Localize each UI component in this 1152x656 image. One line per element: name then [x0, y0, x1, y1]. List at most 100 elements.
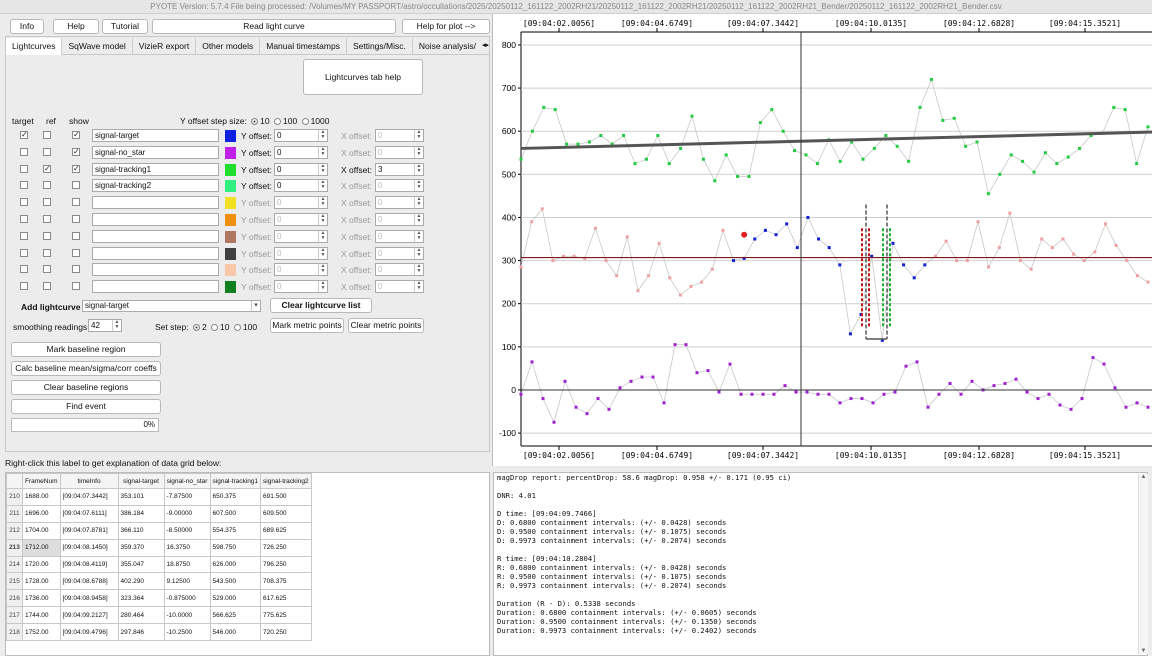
table-cell[interactable]: 566.625 [209, 606, 262, 625]
table-row[interactable]: 215 1728.00 [09:04:08.6788] 402.290 9.12500 5… [6, 572, 312, 591]
target-checkbox[interactable] [20, 147, 28, 156]
xoffset-input[interactable]: 0 ▲ ▼ [375, 196, 424, 210]
table-cell[interactable]: 355.047 [117, 555, 165, 574]
yoffset-input[interactable]: 0 ▲ ▼ [274, 280, 328, 294]
stepper-icon[interactable]: ▲ ▼ [318, 281, 327, 293]
table-cell[interactable]: [09:04:09.4796] [59, 623, 119, 642]
xoffset-input[interactable]: 0 ▲ ▼ [375, 179, 424, 193]
table-cell[interactable]: 1696.00 [22, 504, 61, 523]
lightcurve-name-field[interactable]: signal-target [92, 129, 219, 142]
table-cell[interactable]: 1736.00 [22, 589, 61, 608]
xoffset-input[interactable]: 0 ▲ ▼ [375, 229, 424, 243]
clear-metric-points-button[interactable]: Clear metric points [348, 318, 424, 333]
column-header[interactable]: FrameNum [22, 473, 61, 489]
table-cell[interactable]: 626.000 [209, 555, 262, 574]
ref-checkbox[interactable] [43, 282, 51, 291]
help-for-plot-button[interactable]: Help for plot --> [402, 19, 490, 34]
stepper-icon[interactable]: ▲ ▼ [318, 264, 327, 276]
column-header[interactable]: timeInfo [59, 473, 119, 489]
table-cell[interactable]: 214 [6, 555, 23, 574]
table-cell[interactable]: [09:04:08.1450] [59, 538, 119, 557]
table-cell[interactable]: [09:04:09.2127] [59, 606, 119, 625]
yoffset-input[interactable]: 0 ▲ ▼ [274, 246, 328, 260]
ref-checkbox[interactable] [43, 147, 51, 156]
step-100-radio[interactable] [274, 118, 281, 126]
mark-baseline-region-button[interactable]: Mark baseline region [11, 342, 161, 357]
table-cell[interactable]: 353.101 [117, 488, 165, 506]
table-row[interactable]: 216 1736.00 [09:04:08.9458] 323.364 -0.87500… [6, 589, 312, 608]
color-swatch[interactable] [225, 180, 236, 193]
color-swatch[interactable] [225, 230, 236, 243]
lightcurve-name-field[interactable] [92, 263, 219, 277]
table-cell[interactable]: 210 [6, 488, 23, 506]
table-row[interactable]: 218 1752.00 [09:04:09.4796] 297.846 -10.2500… [6, 623, 312, 642]
table-cell[interactable]: 609.500 [260, 504, 312, 523]
show-checkbox[interactable] [72, 231, 80, 240]
table-row[interactable]: 211 1696.00 [09:04:07.6111] 386.184 -9.00000… [6, 504, 312, 523]
smoothing-input[interactable]: 42 ▲ ▼ [88, 319, 122, 332]
lightcurve-name-field[interactable] [92, 213, 219, 226]
column-header[interactable]: signal-tracking1 [209, 473, 262, 489]
color-swatch[interactable] [225, 146, 236, 159]
lightcurve-name-field[interactable] [92, 229, 219, 243]
table-cell[interactable]: -7.87500 [163, 488, 211, 506]
set-step-100-radio[interactable] [233, 324, 241, 332]
clear-baseline-regions-button[interactable]: Clear baseline regions [11, 380, 161, 395]
read-light-curve-button[interactable]: Read light curve [152, 19, 396, 34]
plot-svg[interactable]: [09:04:02.0056] [09:04:02.0056] [09:04:04.… [493, 14, 1152, 466]
stepper-icon[interactable]: ▲ ▼ [318, 180, 327, 192]
ref-checkbox[interactable]: ✓ [43, 164, 51, 173]
lightcurve-name-field[interactable]: signal-tracking1 [92, 162, 219, 176]
table-cell[interactable]: 402.290 [117, 572, 165, 591]
show-checkbox[interactable]: ✓ [72, 131, 80, 139]
table-cell[interactable]: 546.000 [209, 623, 262, 642]
table-row[interactable]: 213 1712.00 [09:04:08.1450] 359.370 16.3750 5… [6, 538, 312, 557]
ref-checkbox[interactable] [43, 198, 51, 207]
table-cell[interactable]: 366.110 [117, 521, 165, 540]
target-checkbox[interactable] [20, 164, 28, 173]
table-cell[interactable]: 280.464 [117, 606, 165, 625]
lightcurve-name-field[interactable]: signal-no_star [92, 145, 219, 159]
report-panel[interactable]: magDrop report: percentDrop: 58.6 magDro… [493, 472, 1148, 656]
table-cell[interactable]: 216 [6, 589, 23, 608]
table-cell[interactable]: [09:04:07.6111] [59, 504, 119, 523]
tab-noise-analysis[interactable]: Noise analysis/ [413, 38, 482, 55]
tab-vizier-export[interactable]: VizieR export [133, 38, 197, 55]
table-cell[interactable]: -10.2500 [163, 623, 211, 642]
table-cell[interactable]: 211 [6, 504, 23, 523]
show-checkbox[interactable]: ✓ [72, 147, 80, 156]
table-cell[interactable]: 1712.00 [22, 538, 61, 557]
report-scrollbar[interactable]: ▲ ▼ [1138, 474, 1148, 654]
xoffset-input[interactable]: 0 ▲ ▼ [375, 280, 424, 294]
table-cell[interactable]: 529.000 [209, 589, 262, 608]
xoffset-input[interactable]: 0 ▲ ▼ [375, 213, 424, 226]
show-checkbox[interactable] [72, 282, 80, 291]
tutorial-button[interactable]: Tutorial [102, 19, 148, 34]
stepper-icon[interactable]: ▲ ▼ [318, 230, 327, 242]
xoffset-input[interactable]: 0 ▲ ▼ [375, 246, 424, 260]
stepper-icon[interactable]: ▲ ▼ [414, 130, 423, 141]
ref-checkbox[interactable] [43, 231, 51, 240]
scroll-up-icon[interactable]: ▲ [1139, 474, 1148, 480]
tab-lightcurves[interactable]: Lightcurves [6, 38, 63, 55]
table-cell[interactable]: 218 [6, 623, 23, 642]
stepper-icon[interactable]: ▲ ▼ [414, 163, 423, 175]
target-checkbox[interactable] [20, 215, 28, 223]
ref-checkbox[interactable] [43, 181, 51, 190]
table-cell[interactable]: 1728.00 [22, 572, 61, 591]
yoffset-input[interactable]: 0 ▲ ▼ [274, 179, 328, 193]
table-cell[interactable]: 359.370 [117, 538, 165, 557]
table-cell[interactable]: [09:04:08.6788] [59, 572, 119, 591]
set-step-10-radio[interactable] [211, 324, 219, 332]
yoffset-input[interactable]: 0 ▲ ▼ [274, 162, 328, 176]
table-cell[interactable]: 1744.00 [22, 606, 61, 625]
color-swatch[interactable] [225, 247, 236, 260]
table-cell[interactable]: 796.250 [260, 555, 312, 574]
table-cell[interactable]: 726.250 [260, 538, 312, 557]
table-cell[interactable]: [09:04:08.9458] [59, 589, 119, 608]
stepper-icon[interactable]: ▲ ▼ [414, 180, 423, 192]
table-cell[interactable]: 689.625 [260, 521, 312, 540]
ref-checkbox[interactable] [43, 131, 51, 139]
target-checkbox[interactable] [20, 282, 28, 291]
column-header[interactable]: signal-tracking2 [260, 473, 312, 489]
